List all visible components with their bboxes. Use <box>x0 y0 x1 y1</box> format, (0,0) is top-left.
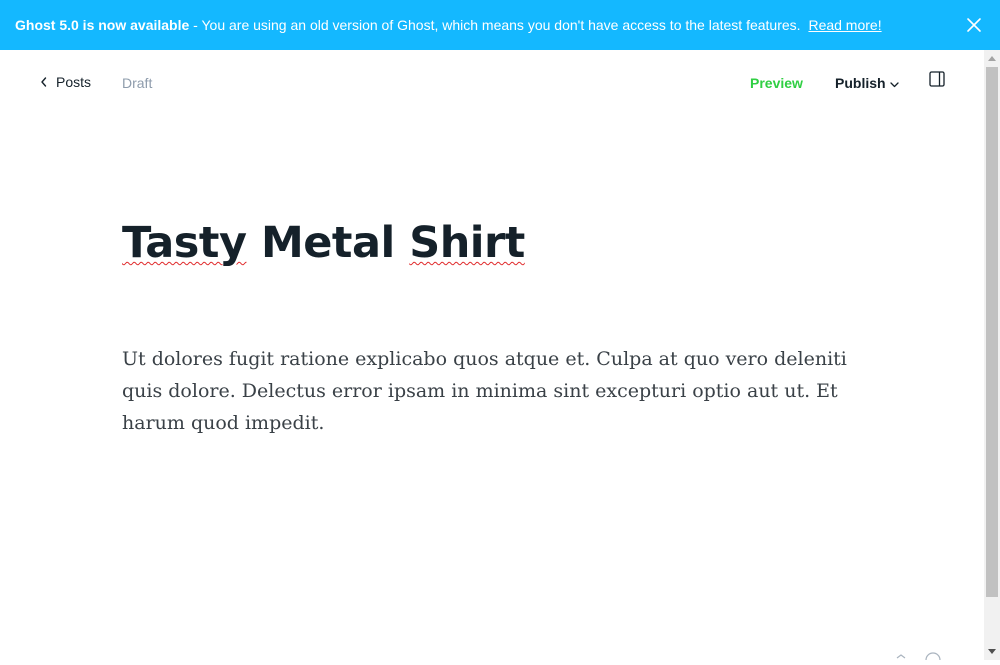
scroll-up-arrow-icon[interactable] <box>984 50 1000 67</box>
title-word-misspelled: Shirt <box>409 218 525 268</box>
post-title[interactable]: Tasty Metal Shirt <box>122 218 525 268</box>
post-editor: Posts Draft Preview Publish Tasty Metal … <box>0 50 984 665</box>
post-body[interactable]: Ut dolores fugit ratione explicabo quos … <box>122 343 872 439</box>
close-icon[interactable] <box>966 17 982 33</box>
editor-topbar: Posts Draft Preview Publish <box>0 50 984 116</box>
title-word-misspelled: Tasty <box>122 218 247 268</box>
title-word: Metal <box>260 218 395 268</box>
banner-read-more-link[interactable]: Read more! <box>808 17 881 33</box>
banner-message: - You are using an old version of Ghost,… <box>189 17 805 33</box>
back-label: Posts <box>56 74 92 90</box>
help-icon[interactable] <box>895 646 945 665</box>
preview-button[interactable]: Preview <box>750 75 803 91</box>
back-to-posts-link[interactable]: Posts <box>40 74 91 90</box>
scrollbar[interactable] <box>984 50 1000 660</box>
post-status: Draft <box>122 75 153 91</box>
chevron-left-icon <box>41 77 47 87</box>
publish-label: Publish <box>835 75 886 91</box>
update-banner: Ghost 5.0 is now available - You are usi… <box>0 0 1000 50</box>
publish-button[interactable]: Publish <box>835 75 899 91</box>
banner-headline: Ghost 5.0 is now available <box>15 17 190 33</box>
chevron-down-icon <box>889 81 899 87</box>
sidebar-toggle-icon[interactable] <box>929 71 945 92</box>
scroll-down-arrow-icon[interactable] <box>984 643 1000 660</box>
scrollbar-thumb[interactable] <box>986 67 998 597</box>
